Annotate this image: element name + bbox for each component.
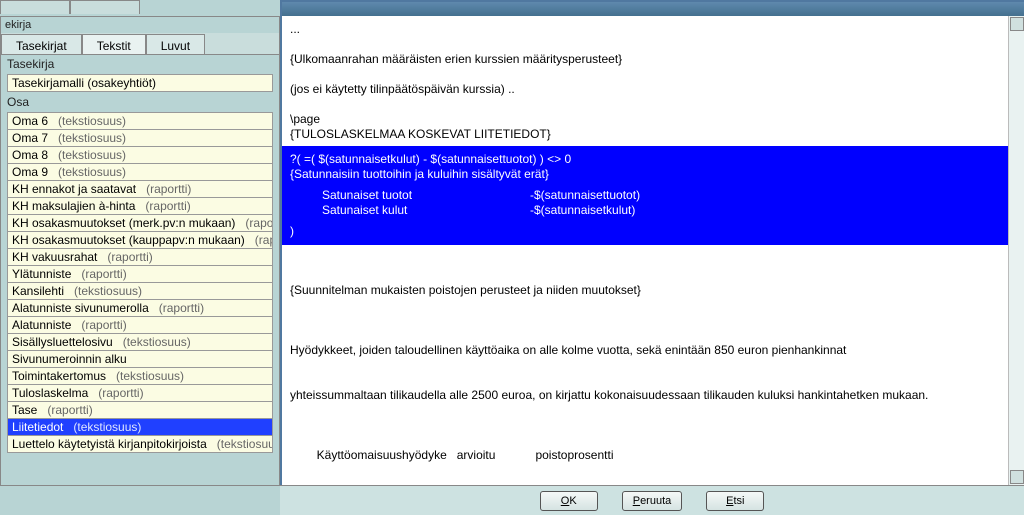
- hi-row: Satunaiset kulut -$(satunnaisetkulut): [290, 203, 1016, 218]
- tab-tekstit[interactable]: Tekstit: [82, 34, 146, 54]
- list-item[interactable]: KH maksulajien à-hinta(raportti): [7, 198, 273, 215]
- tab-luvut[interactable]: Luvut: [146, 34, 205, 54]
- list-item[interactable]: Tuloslaskelma(raportti): [7, 385, 273, 402]
- hi-line: ?( =( $(satunnaisetkulut) - $(satunnaise…: [290, 152, 1016, 167]
- list-item[interactable]: Oma 8(tekstiosuus): [7, 147, 273, 164]
- list-item[interactable]: Kansilehti(tekstiosuus): [7, 283, 273, 300]
- list-item[interactable]: KH osakasmuutokset (kauppapv:n mukaan)(r…: [7, 232, 273, 249]
- list-item[interactable]: KH ennakot ja saatavat(raportti): [7, 181, 273, 198]
- cancel-button[interactable]: Peruuta: [622, 491, 683, 511]
- hi-line: {Satunnaisiin tuottoihin ja kuluihin sis…: [290, 167, 1016, 182]
- list-item[interactable]: Sisällysluettelosivu(tekstiosuus): [7, 334, 273, 351]
- scroll-down-icon[interactable]: [1010, 470, 1024, 484]
- right-titlebar: [282, 2, 1024, 16]
- section-osa-label: Osa: [1, 93, 279, 111]
- osa-list[interactable]: Oma 6(tekstiosuus)Oma 7(tekstiosuus)Oma …: [7, 112, 273, 453]
- find-button[interactable]: Etsi: [706, 491, 764, 511]
- editor-highlight-block[interactable]: ?( =( $(satunnaisetkulut) - $(satunnaise…: [282, 146, 1024, 245]
- section-tasekirja-label: Tasekirja: [1, 55, 279, 73]
- list-item[interactable]: Sivunumeroinnin alku: [7, 351, 273, 368]
- list-item[interactable]: Luettelo käytetyistä kirjanpitokirjoista…: [7, 436, 273, 453]
- list-item[interactable]: Tase(raportti): [7, 402, 273, 419]
- hidden-top-tabs: [0, 0, 280, 16]
- ok-button[interactable]: OK: [540, 491, 598, 511]
- tasekirja-field[interactable]: Tasekirjamalli (osakeyhtiöt): [7, 74, 273, 92]
- list-item[interactable]: Oma 9(tekstiosuus): [7, 164, 273, 181]
- editor-pre-text: ... {Ulkomaanrahan määräisten erien kurs…: [290, 22, 1016, 142]
- left-header: ekirja: [1, 17, 279, 33]
- hi-line: ): [290, 224, 1016, 239]
- list-item[interactable]: KH vakuusrahat(raportti): [7, 249, 273, 266]
- list-item[interactable]: Oma 6(tekstiosuus): [7, 112, 273, 130]
- list-item[interactable]: Alatunniste(raportti): [7, 317, 273, 334]
- list-item[interactable]: Ylätunniste(raportti): [7, 266, 273, 283]
- list-item[interactable]: Liitetiedot(tekstiosuus): [7, 419, 273, 436]
- right-panel: ... {Ulkomaanrahan määräisten erien kurs…: [280, 0, 1024, 515]
- button-bar: OK Peruuta Etsi: [280, 485, 1024, 515]
- tab-row: Tasekirjat Tekstit Luvut: [1, 33, 279, 55]
- list-item[interactable]: KH osakasmuutokset (merk.pv:n mukaan)(ra…: [7, 215, 273, 232]
- editor-post-text: {Suunnitelman mukaisten poistojen perust…: [290, 253, 1016, 471]
- list-item[interactable]: Oma 7(tekstiosuus): [7, 130, 273, 147]
- scroll-up-icon[interactable]: [1010, 17, 1024, 31]
- hi-row: Satunaiset tuotot -$(satunnaisettuotot): [290, 188, 1016, 203]
- list-item[interactable]: Alatunniste sivunumerolla(raportti): [7, 300, 273, 317]
- vertical-scrollbar[interactable]: [1008, 16, 1024, 486]
- text-editor[interactable]: ... {Ulkomaanrahan määräisten erien kurs…: [282, 16, 1024, 471]
- tab-tasekirjat[interactable]: Tasekirjat: [1, 34, 82, 54]
- list-item[interactable]: Toimintakertomus(tekstiosuus): [7, 368, 273, 385]
- left-panel: ekirja Tasekirjat Tekstit Luvut Tasekirj…: [0, 16, 280, 486]
